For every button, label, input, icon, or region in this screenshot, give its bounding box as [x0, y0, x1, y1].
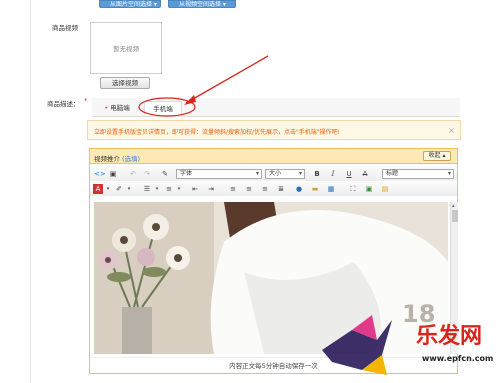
text-color-dropdown-icon[interactable]: ▾ — [103, 184, 113, 194]
ordered-list-dropdown-icon[interactable]: ▾ — [174, 184, 184, 194]
annotation-circle — [138, 97, 196, 117]
leaf-2 — [142, 267, 166, 277]
insert-table-icon[interactable]: ▦ — [326, 184, 336, 194]
editor-toolbar-row-2: A ▾ ✐ ▾ ☰ ▾ ≡ ▾ ⇤ ⇥ ≡ ≡ ≡ ≣ ● ▬ ▦ ⛶ ▣ ▤ — [90, 182, 457, 196]
font-family-select[interactable]: 字体 — [176, 169, 262, 179]
leaf-1 — [107, 272, 131, 282]
mobile-detail-notice: 立即设置手机版宝贝详情页，即可获得：流量倾斜/搜索加权/优先展示，点击"手机端"… — [87, 120, 461, 140]
flower-3-center — [174, 254, 182, 262]
bold-icon[interactable]: B — [312, 169, 322, 179]
align-justify-icon[interactable]: ≣ — [276, 184, 286, 194]
editor-header: 视频推介 (选填) 收起 ▴ — [90, 149, 457, 164]
scrollbar-up-icon[interactable]: ▴ — [452, 203, 455, 209]
vase — [122, 307, 152, 354]
underline-icon[interactable]: U — [344, 169, 354, 179]
editor-toolbar-row-1: <> ▣ ↶ ↷ ✎ 字体 大小 B I U A 标题 — [90, 167, 457, 181]
undo-icon[interactable]: ↶ — [128, 169, 138, 179]
format-painter-icon[interactable]: ✎ — [160, 169, 170, 179]
outdent-icon[interactable]: ⇤ — [190, 184, 200, 194]
ordered-list-icon[interactable]: ≡ — [164, 184, 174, 194]
align-right-icon[interactable]: ≡ — [260, 184, 270, 194]
flower-4-center — [105, 257, 111, 263]
autosave-status-text: 内容正文每5分钟自动保存一次 — [229, 362, 318, 370]
insert-image-icon[interactable]: ▣ — [364, 184, 374, 194]
editor-title: 视频推介 — [94, 155, 120, 163]
watermark-url: www.epfcn.com — [422, 354, 494, 363]
align-center-icon[interactable]: ≡ — [244, 184, 254, 194]
insert-template-icon[interactable]: ▤ — [380, 184, 390, 194]
strikethrough-icon[interactable]: A — [360, 169, 370, 179]
text-color-icon[interactable]: A — [93, 184, 103, 194]
insert-link-icon[interactable]: ● — [294, 184, 304, 194]
annotation-arrow-line — [185, 55, 269, 104]
watermark-brand-text: 乐发网 — [416, 323, 483, 349]
highlight-color-dropdown-icon[interactable]: ▾ — [124, 184, 134, 194]
heading-select[interactable]: 标题 — [382, 169, 454, 179]
scrollbar-thumb[interactable] — [452, 210, 458, 222]
insert-horizontal-rule-icon[interactable]: ▬ — [310, 184, 320, 194]
flower-1-center — [152, 223, 160, 231]
flower-2-center — [120, 236, 128, 244]
collapse-editor-button[interactable]: 收起 ▴ — [423, 151, 451, 161]
flower-5 — [137, 248, 155, 266]
highlight-color-icon[interactable]: ✐ — [114, 184, 124, 194]
notice-text: 立即设置手机版宝贝详情页，即可获得：流量倾斜/搜索加权/优先展示，点击"手机端"… — [94, 129, 340, 136]
font-size-select[interactable]: 大小 — [265, 169, 305, 179]
align-left-icon[interactable]: ≡ — [228, 184, 238, 194]
source-code-icon[interactable]: <> — [94, 169, 106, 179]
unordered-list-icon[interactable]: ☰ — [142, 184, 152, 194]
redo-icon[interactable]: ↷ — [142, 169, 152, 179]
notice-close-icon[interactable]: × — [448, 126, 455, 135]
unordered-list-dropdown-icon[interactable]: ▾ — [152, 184, 162, 194]
preview-icon[interactable]: ▣ — [108, 169, 118, 179]
italic-icon[interactable]: I — [328, 169, 338, 179]
fullscreen-icon[interactable]: ⛶ — [348, 184, 358, 194]
watermark-logo: 18 乐发网 www.epfcn.com — [322, 300, 500, 383]
editor-title-optional: (选填) — [122, 155, 141, 163]
indent-icon[interactable]: ⇥ — [206, 184, 216, 194]
